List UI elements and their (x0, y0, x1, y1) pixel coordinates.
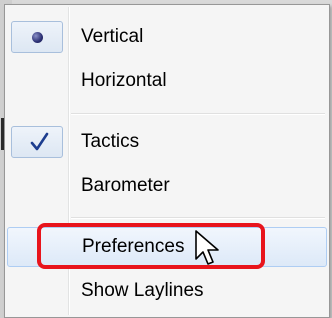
context-menu: Vertical Horizontal Tactics Barometer Pr… (4, 4, 330, 318)
menu-separator (71, 113, 325, 115)
menu-item-vertical[interactable]: Vertical (7, 17, 327, 57)
annotation-highlight-frame (37, 223, 265, 269)
menu-separator (71, 217, 325, 219)
bullet-icon (32, 32, 43, 43)
menu-item-tactics[interactable]: Tactics (7, 122, 327, 162)
menu-item-barometer[interactable]: Barometer (7, 166, 327, 206)
menu-item-horizontal[interactable]: Horizontal (7, 61, 327, 101)
mouse-cursor-icon (195, 230, 219, 265)
menu-item-label: Barometer (81, 175, 170, 196)
menu-item-label: Vertical (81, 26, 144, 47)
menu-item-label: Horizontal (81, 70, 167, 91)
check-icon (30, 132, 49, 151)
checkbox-check-area (11, 126, 63, 158)
radio-check-area (11, 21, 63, 53)
menu-item-show-laylines[interactable]: Show Laylines (7, 271, 327, 311)
menu-item-label: Tactics (81, 131, 140, 152)
menu-item-label: Show Laylines (81, 280, 204, 301)
